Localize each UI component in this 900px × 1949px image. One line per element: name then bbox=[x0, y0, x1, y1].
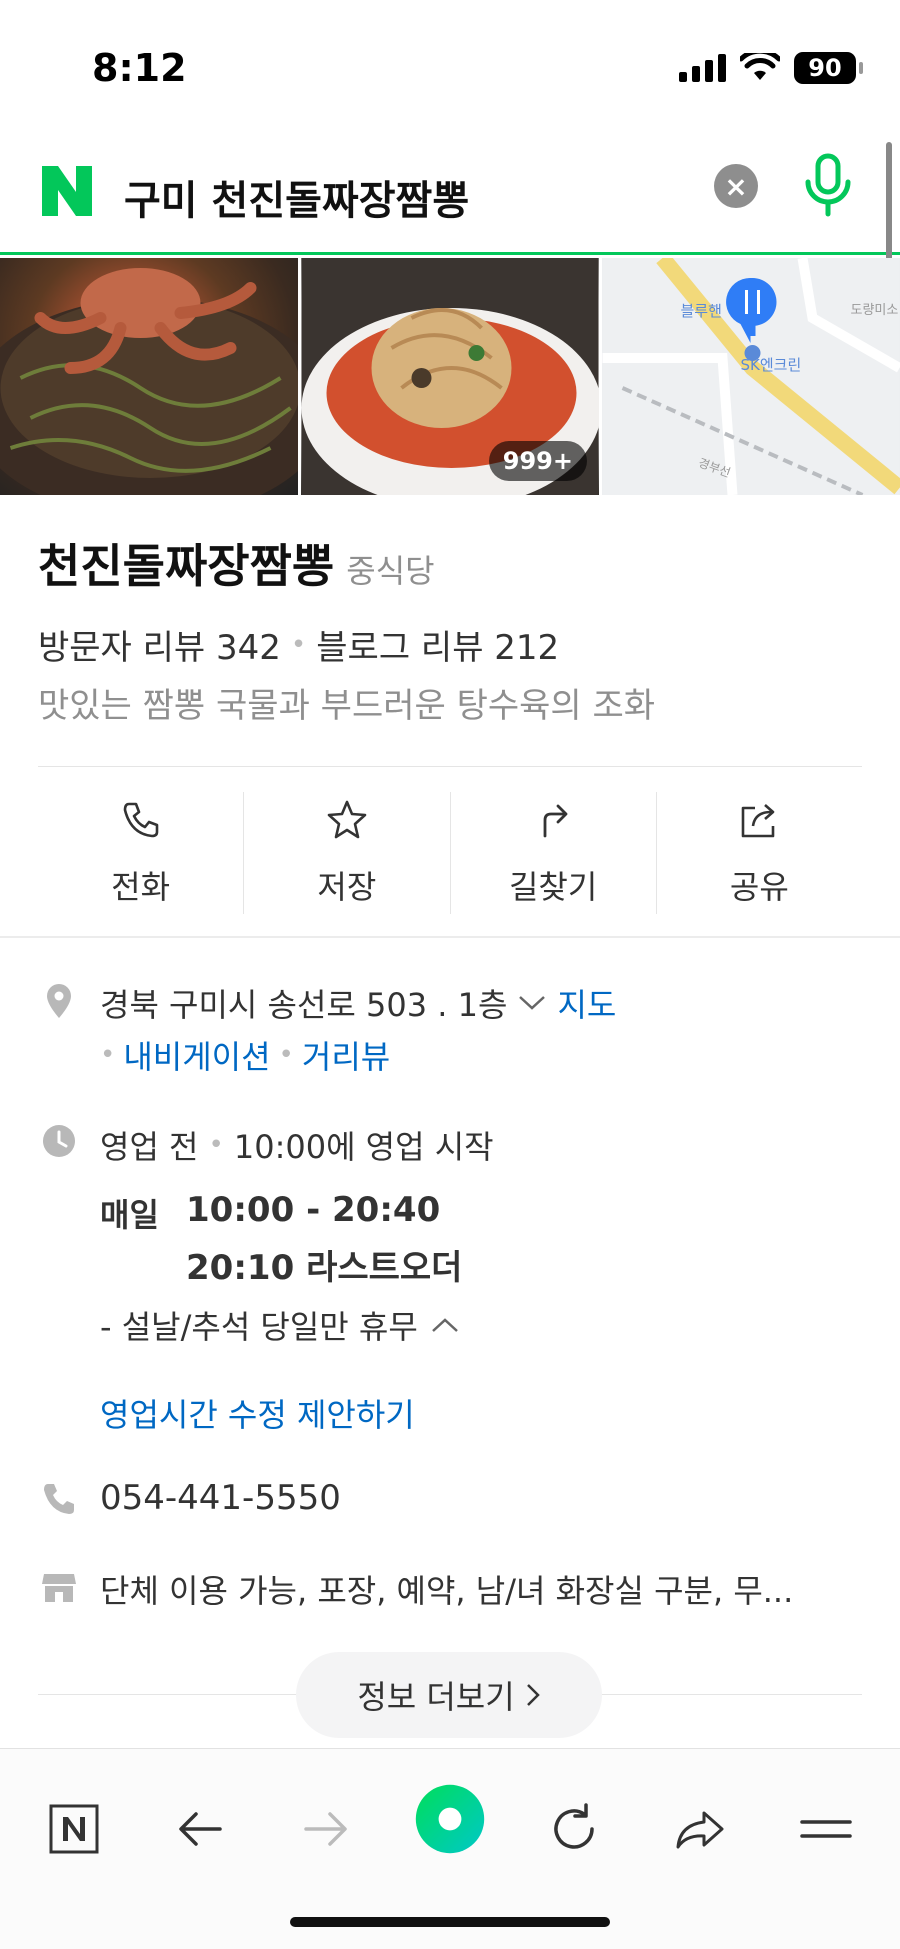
place-description: 맛있는 짬뽕 국물과 부드러운 탕수육의 조화 bbox=[38, 686, 656, 726]
navigation-link[interactable]: 내비게이션 bbox=[123, 1032, 270, 1078]
chevron-down-icon[interactable] bbox=[517, 993, 547, 1013]
naver-n-box-icon bbox=[49, 1804, 99, 1854]
arrow-right-icon bbox=[304, 1812, 347, 1846]
naver-home-button[interactable] bbox=[44, 1799, 104, 1859]
clear-search-button[interactable]: × bbox=[714, 164, 758, 208]
naver-n-icon bbox=[42, 166, 92, 216]
place-name: 천진돌짜장짬뽕 bbox=[38, 539, 335, 593]
call-label: 전화 bbox=[111, 868, 171, 906]
separator-dot: • bbox=[290, 629, 307, 660]
address-links: • 내비게이션 • 거리뷰 bbox=[100, 1032, 390, 1078]
photo-count-badge: 999+ bbox=[488, 441, 587, 481]
mic-icon bbox=[805, 153, 851, 217]
photo-food-1[interactable] bbox=[0, 258, 298, 495]
back-button[interactable] bbox=[170, 1799, 230, 1859]
hours-day: 매일 bbox=[100, 1196, 159, 1234]
menu-icon bbox=[800, 1820, 852, 1838]
address-text: 경북 구미시 송선로 503 . 1층 bbox=[100, 986, 508, 1024]
scrollbar[interactable] bbox=[886, 142, 892, 262]
visitor-reviews-link[interactable]: 방문자 리뷰 342 bbox=[38, 620, 281, 669]
directions-icon bbox=[543, 804, 568, 838]
battery-icon: 90 bbox=[794, 52, 863, 84]
home-indicator[interactable] bbox=[290, 1917, 610, 1927]
separator-dot: • bbox=[100, 1040, 116, 1070]
map-thumbnail: 블루핸 SK엔크린 도량미소 1단지 경부선 bbox=[602, 258, 900, 495]
phone-icon bbox=[44, 1484, 74, 1514]
chevron-up-icon bbox=[431, 1318, 458, 1332]
divider bbox=[38, 766, 862, 767]
wifi-icon bbox=[740, 53, 780, 80]
suggest-hours-edit-link[interactable]: 영업시간 수정 제안하기 bbox=[100, 1390, 415, 1436]
call-button[interactable]: 전화 bbox=[38, 792, 245, 914]
map-label-3: 도량미소 1단지 bbox=[851, 303, 900, 318]
search-input[interactable]: 구미 천진돌짜장짬뽕 bbox=[124, 168, 469, 226]
save-label: 저장 bbox=[317, 868, 377, 906]
photo-strip: 999+ 블루핸 SK엔크린 도량미소 1단지 경부선 bbox=[0, 258, 900, 495]
refresh-button[interactable] bbox=[544, 1799, 604, 1859]
business-status-note: 10:00에 영업 시작 bbox=[233, 1128, 494, 1166]
clock-icon bbox=[43, 1125, 75, 1157]
separator-dot: • bbox=[278, 1040, 294, 1070]
photo-food-2[interactable]: 999+ bbox=[301, 258, 599, 495]
share-button[interactable]: 공유 bbox=[657, 792, 862, 914]
holiday-row[interactable]: - 설날/추석 당일만 휴무 bbox=[100, 1302, 460, 1348]
octopus-dish-image bbox=[0, 268, 298, 495]
forward-button[interactable] bbox=[296, 1799, 356, 1859]
store-icon bbox=[42, 1574, 76, 1602]
hours-time: 10:00 - 20:40 bbox=[186, 1190, 441, 1230]
holiday-note: - 설날/추석 당일만 휴무 bbox=[100, 1308, 418, 1346]
review-counts: 방문자 리뷰 342 • 블로그 리뷰 212 bbox=[38, 620, 559, 669]
battery-level: 90 bbox=[808, 54, 842, 82]
star-icon bbox=[327, 800, 367, 839]
phone-icon bbox=[123, 802, 158, 838]
share-icon bbox=[742, 804, 775, 838]
status-time: 8:12 bbox=[92, 46, 187, 90]
photo-map[interactable]: 블루핸 SK엔크린 도량미소 1단지 경부선 bbox=[602, 258, 900, 495]
street-view-link[interactable]: 거리뷰 bbox=[302, 1032, 390, 1078]
share-page-button[interactable] bbox=[670, 1799, 730, 1859]
menu-button[interactable] bbox=[796, 1799, 856, 1859]
separator-dot: • bbox=[208, 1130, 224, 1160]
more-info-button[interactable]: 정보 더보기 bbox=[296, 1652, 602, 1738]
arrow-left-icon bbox=[179, 1812, 222, 1846]
last-order: 20:10 라스트오더 bbox=[186, 1248, 463, 1288]
status-bar: 8:12 90 bbox=[0, 0, 900, 140]
naver-logo[interactable] bbox=[38, 162, 96, 220]
blog-reviews-link[interactable]: 블로그 리뷰 212 bbox=[316, 620, 559, 669]
business-status-row[interactable]: 영업 전 • 10:00에 영업 시작 bbox=[100, 1122, 494, 1168]
close-icon: × bbox=[724, 169, 748, 203]
amenities-text: 단체 이용 가능, 포장, 예약, 남/녀 화장실 구분, 무... bbox=[100, 1572, 794, 1610]
green-dot-button[interactable] bbox=[410, 1779, 490, 1859]
map-link[interactable]: 지도 bbox=[557, 980, 616, 1026]
signal-icon bbox=[679, 54, 726, 82]
location-pin-icon bbox=[47, 984, 71, 1018]
place-category: 중식당 bbox=[346, 552, 435, 590]
voice-search-button[interactable] bbox=[800, 152, 856, 220]
business-status: 영업 전 bbox=[100, 1128, 199, 1166]
save-button[interactable]: 저장 bbox=[244, 792, 451, 914]
phone-number[interactable]: 054-441-5550 bbox=[100, 1478, 341, 1518]
place-title-row: 천진돌짜장짬뽕 중식당 bbox=[38, 530, 435, 596]
more-info-label: 정보 더보기 bbox=[357, 1678, 515, 1716]
directions-label: 길찾기 bbox=[508, 868, 598, 906]
chevron-right-icon bbox=[526, 1684, 540, 1706]
status-icons: 90 bbox=[679, 52, 863, 84]
share-arrow-icon bbox=[676, 1811, 724, 1849]
share-label: 공유 bbox=[729, 868, 789, 906]
action-bar: 전화 저장 길찾기 공유 bbox=[38, 792, 862, 914]
search-bar: 구미 천진돌짜장짬뽕 × bbox=[0, 140, 900, 255]
map-label-1: 블루핸 bbox=[681, 302, 722, 320]
directions-button[interactable]: 길찾기 bbox=[451, 792, 657, 914]
section-divider bbox=[0, 936, 900, 938]
address-row: 경북 구미시 송선로 503 . 1층 지도 bbox=[100, 980, 616, 1026]
refresh-icon bbox=[554, 1803, 594, 1849]
green-dot-icon bbox=[415, 1784, 485, 1854]
